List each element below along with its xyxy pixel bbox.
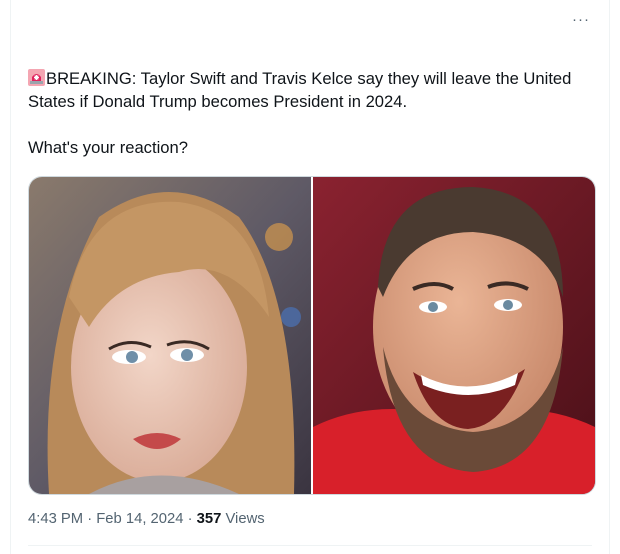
meta-separator: ·: [183, 511, 197, 527]
woman-portrait-photo[interactable]: [29, 177, 313, 494]
tweet-meta: 4:43 PM · Feb 14, 2024 · 357 Views: [28, 511, 265, 527]
man-portrait-photo[interactable]: [313, 177, 595, 494]
tweet-time[interactable]: 4:43 PM: [28, 511, 83, 527]
views-label: Views: [221, 511, 265, 527]
tweet-question: What's your reaction?: [28, 138, 188, 157]
rotating-light-icon: [28, 69, 45, 86]
meta-separator: ·: [83, 511, 97, 527]
more-options-icon: ···: [572, 11, 590, 28]
tweet-card: ··· BREAKING: Taylor Swift and Travis Ke…: [10, 0, 610, 554]
tweet-text: BREAKING: Taylor Swift and Travis Kelce …: [28, 67, 600, 159]
tweet-headline: BREAKING: Taylor Swift and Travis Kelce …: [28, 69, 572, 111]
divider: [28, 545, 592, 546]
tweet-media[interactable]: [28, 176, 596, 495]
more-options-button[interactable]: ···: [569, 12, 593, 32]
views-count[interactable]: 357: [197, 511, 222, 527]
tweet-date[interactable]: Feb 14, 2024: [96, 511, 183, 527]
